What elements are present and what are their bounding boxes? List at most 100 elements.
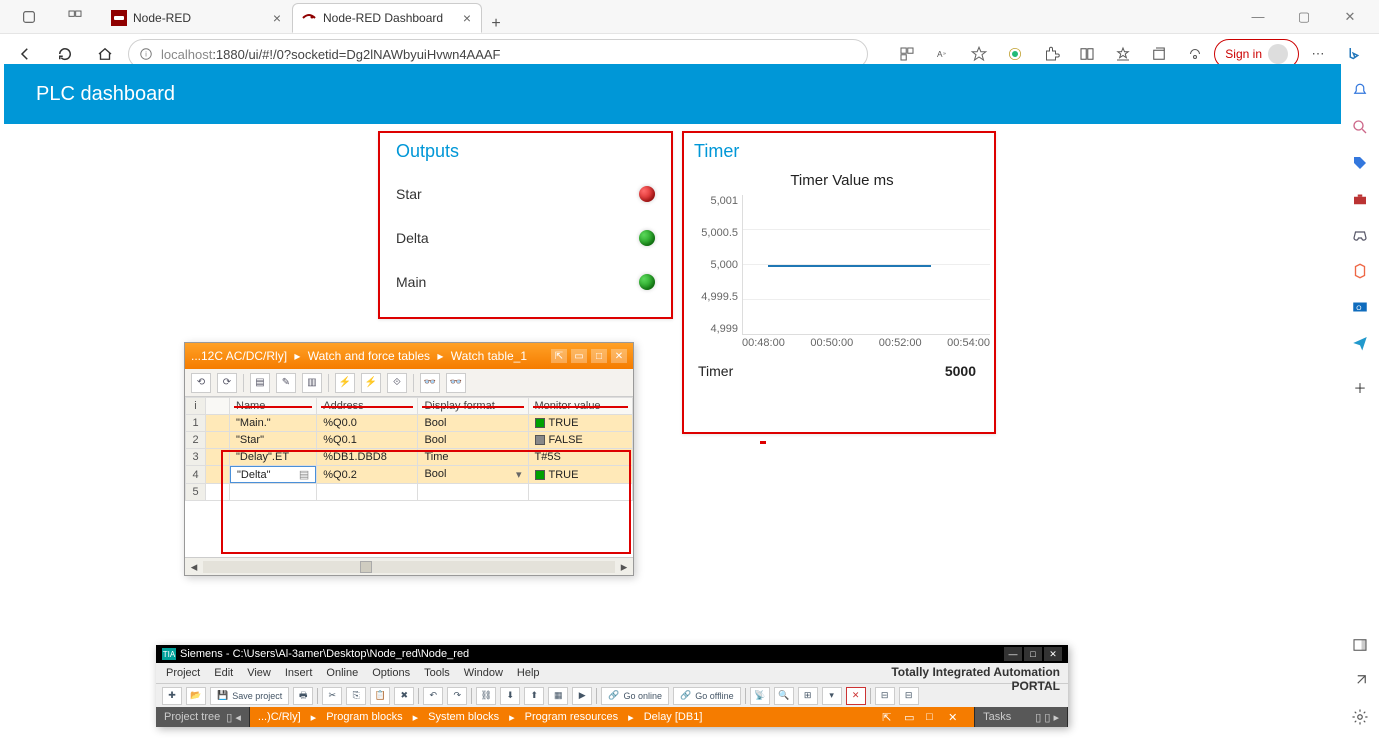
tia-main-window[interactable]: TIA Siemens - C:\Users\Al-3amer\Desktop\…	[156, 645, 1068, 727]
open-project-icon[interactable]: 📂	[186, 687, 206, 705]
start-icon[interactable]: ▶	[572, 687, 592, 705]
maximize-icon[interactable]: □	[926, 711, 944, 724]
window-minimize-icon[interactable]: —	[1235, 9, 1281, 24]
paste-icon[interactable]: 📋	[370, 687, 390, 705]
bing-icon[interactable]	[1337, 39, 1371, 69]
cell-format[interactable]: Bool ▾	[418, 466, 528, 484]
new-project-icon[interactable]: ✚	[162, 687, 182, 705]
menu-edit[interactable]: Edit	[214, 667, 233, 679]
toolbar-icon[interactable]: ▤	[250, 373, 270, 393]
tia-watch-titlebar[interactable]: ...12C AC/DC/Rly] ▸ Watch and force tabl…	[185, 343, 633, 369]
window-close-icon[interactable]: ✕	[1327, 9, 1373, 25]
plus-icon[interactable]: ＋	[1349, 376, 1371, 398]
col-format[interactable]: Display format	[418, 398, 528, 415]
search-icon[interactable]: 🔍	[774, 687, 794, 705]
table-row[interactable]: 2"Star"%Q0.1BoolFALSE	[186, 432, 633, 449]
scroll-right-icon[interactable]: ▸	[615, 559, 633, 575]
workspaces-icon[interactable]	[52, 0, 98, 33]
toolbox-icon[interactable]	[1349, 188, 1371, 210]
bell-icon[interactable]	[1349, 80, 1371, 102]
save-project-button[interactable]: 💾 Save project	[210, 687, 289, 705]
settings-gear-icon[interactable]	[1349, 706, 1371, 728]
cell-format[interactable]: Bool	[418, 415, 528, 432]
watch-table[interactable]: i Name Address Display format Monitor va…	[185, 397, 633, 575]
accessible-devices-icon[interactable]: 📡	[750, 687, 770, 705]
menu-view[interactable]: View	[247, 667, 271, 679]
cell-address[interactable]: %Q0.2	[317, 466, 418, 484]
print-icon[interactable]: 🖶	[293, 687, 313, 705]
cell-address[interactable]: %Q0.0	[317, 415, 418, 432]
menu-insert[interactable]: Insert	[285, 667, 313, 679]
cell-name[interactable]: "Delay".ET	[230, 449, 317, 466]
toolbar-icon[interactable]: ⚡	[361, 373, 381, 393]
outlook-icon[interactable]: O	[1349, 296, 1371, 318]
monitor-icon[interactable]: 👓	[446, 373, 466, 393]
menu-online[interactable]: Online	[326, 667, 358, 679]
col-monitor[interactable]: Monitor value	[528, 398, 632, 415]
download-icon[interactable]: ⬇	[500, 687, 520, 705]
close-icon[interactable]: ✕	[1044, 647, 1062, 661]
tia-watch-window[interactable]: ...12C AC/DC/Rly] ▸ Watch and force tabl…	[184, 342, 634, 576]
restore-icon[interactable]: ▭	[904, 711, 922, 724]
browser-tab-dashboard[interactable]: Node-RED Dashboard ×	[292, 3, 482, 33]
restore-icon[interactable]: ▭	[571, 349, 587, 363]
cell-format[interactable]: Time	[418, 449, 528, 466]
table-row[interactable]: 1"Main."%Q0.0BoolTRUE	[186, 415, 633, 432]
h-scrollbar[interactable]: ◂ ▸	[185, 557, 633, 575]
undock-icon[interactable]: ⇱	[882, 711, 900, 724]
menu-project[interactable]: Project	[166, 667, 200, 679]
toolbar-icon[interactable]: ✎	[276, 373, 296, 393]
new-tab-button[interactable]: +	[482, 15, 510, 33]
site-info-icon[interactable]: i	[139, 47, 153, 61]
col-address[interactable]: Address	[317, 398, 418, 415]
shopping-tag-icon[interactable]	[1349, 152, 1371, 174]
table-row[interactable]: 4"Delta"▤%Q0.2Bool ▾TRUE	[186, 466, 633, 484]
toolbar-icon[interactable]: ⚡	[335, 373, 355, 393]
window-maximize-icon[interactable]: ▢	[1281, 9, 1327, 25]
cell-address[interactable]	[317, 484, 418, 501]
menu-tools[interactable]: Tools	[424, 667, 450, 679]
chevron-down-icon[interactable]: ▾	[516, 468, 522, 481]
table-row[interactable]: 3"Delay".ET%DB1.DBD8TimeT#5S	[186, 449, 633, 466]
close-icon[interactable]: ×	[273, 10, 281, 26]
games-icon[interactable]	[1349, 224, 1371, 246]
copy-icon[interactable]: ⎘	[346, 687, 366, 705]
toolbar-icon[interactable]: ⟳	[217, 373, 237, 393]
go-online-button[interactable]: 🔗 Go online	[601, 687, 669, 705]
project-tree-tab[interactable]: Project tree ▯ ◂	[156, 707, 250, 727]
table-row[interactable]: 5	[186, 484, 633, 501]
scroll-left-icon[interactable]: ◂	[185, 559, 203, 575]
maximize-icon[interactable]: □	[1024, 647, 1042, 661]
toolbar-icon[interactable]: ⟐	[387, 373, 407, 393]
cell-format[interactable]	[418, 484, 528, 501]
menu-help[interactable]: Help	[517, 667, 540, 679]
cell-name[interactable]: "Main."	[230, 415, 317, 432]
tasks-tab[interactable]: Tasks ▯ ▯ ▸	[975, 707, 1068, 727]
close-icon[interactable]: ×	[463, 10, 471, 26]
redo-icon[interactable]: ↷	[447, 687, 467, 705]
go-offline-button[interactable]: 🔗 Go offline	[673, 687, 741, 705]
dropdown-icon[interactable]: ▾	[822, 687, 842, 705]
minimize-icon[interactable]: —	[1004, 647, 1022, 661]
tia-main-titlebar[interactable]: TIA Siemens - C:\Users\Al-3amer\Desktop\…	[156, 645, 1068, 663]
sim-icon[interactable]: ▦	[548, 687, 568, 705]
external-link-icon[interactable]	[1349, 670, 1371, 692]
toolbar-icon[interactable]: ▥	[302, 373, 322, 393]
cell-address[interactable]: %Q0.1	[317, 432, 418, 449]
undo-icon[interactable]: ↶	[423, 687, 443, 705]
sidebar-toggle-icon[interactable]	[1349, 634, 1371, 656]
cross-ref-icon[interactable]: ⊞	[798, 687, 818, 705]
menu-options[interactable]: Options	[372, 667, 410, 679]
m365-icon[interactable]	[1349, 260, 1371, 282]
browser-tab-nodered[interactable]: Node-RED ×	[102, 3, 292, 33]
maximize-icon[interactable]: □	[591, 349, 607, 363]
send-icon[interactable]	[1349, 332, 1371, 354]
toolbar-icon[interactable]: ⟲	[191, 373, 211, 393]
scroll-thumb[interactable]	[360, 561, 372, 573]
breadcrumb-bar[interactable]: ...)C/Rly]▸ Program blocks▸ System block…	[250, 707, 975, 727]
col-name[interactable]: Name	[230, 398, 317, 415]
cell-name[interactable]	[230, 484, 317, 501]
x-icon[interactable]: ✕	[846, 687, 866, 705]
cell-address[interactable]: %DB1.DBD8	[317, 449, 418, 466]
close-icon[interactable]: ✕	[611, 349, 627, 363]
